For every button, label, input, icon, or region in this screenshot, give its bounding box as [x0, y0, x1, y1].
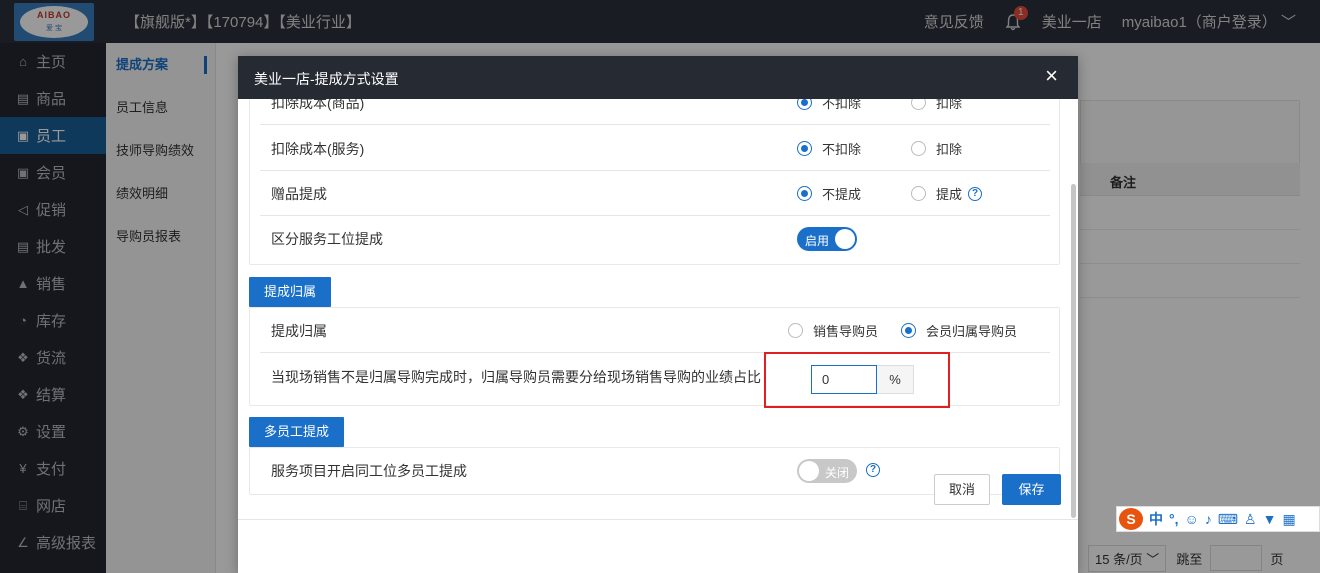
radio-gift-commission[interactable]: 提成? — [911, 184, 983, 203]
row-multi-staff: 服务项目开启同工位多员工提成 关闭 ? — [260, 448, 1050, 493]
row-cost-service: 扣除成本(服务) 不扣除 扣除 — [260, 126, 1050, 171]
commission-options-group: 扣除成本(商品) 不扣除 扣除 扣除成本(服务) 不扣除 扣除 赠品提成 不提成… — [249, 99, 1060, 265]
annotation-highlight — [764, 352, 950, 408]
close-icon[interactable]: × — [1045, 65, 1058, 87]
modal-footer — [238, 519, 1078, 573]
user-icon[interactable]: ♙ — [1244, 511, 1257, 528]
radio-member-guide[interactable]: 会员归属导购员 — [901, 321, 1017, 340]
row-cost-goods: 扣除成本(商品) 不扣除 扣除 — [260, 99, 1050, 125]
help-icon[interactable]: ? — [866, 463, 880, 477]
skin-icon[interactable]: ▼ — [1263, 511, 1277, 527]
radio-no-deduct-service[interactable]: 不扣除 — [797, 139, 861, 158]
radio-deduct-goods[interactable]: 扣除 — [911, 99, 962, 112]
radio-no-gift-commission[interactable]: 不提成 — [797, 184, 861, 203]
multi-staff-toggle[interactable]: 关闭 — [797, 459, 857, 483]
row-station: 区分服务工位提成 启用 — [260, 216, 1050, 261]
modal-scrollbar[interactable] — [1071, 184, 1076, 518]
save-button[interactable]: 保存 — [1002, 474, 1061, 505]
section-attribution-tab[interactable]: 提成归属 — [249, 277, 332, 307]
station-commission-toggle[interactable]: 启用 — [797, 227, 857, 251]
modal-body: 扣除成本(商品) 不扣除 扣除 扣除成本(服务) 不扣除 扣除 赠品提成 不提成… — [238, 99, 1078, 519]
ime-lang[interactable]: 中 — [1149, 509, 1163, 529]
help-icon[interactable]: ? — [968, 186, 983, 201]
ime-toolbar[interactable]: S 中 °, ☺ ♪ ⌨ ♙ ▼ ▦ — [1116, 506, 1320, 532]
radio-sales-guide[interactable]: 销售导购员 — [788, 321, 878, 340]
keyboard-icon[interactable]: ⌨ — [1218, 511, 1238, 528]
row-gift: 赠品提成 不提成 提成? — [260, 171, 1050, 216]
modal-header: 美业一店-提成方式设置 × — [238, 56, 1078, 99]
grid-icon[interactable]: ▦ — [1282, 511, 1295, 528]
row-attribution: 提成归属 销售导购员 会员归属导购员 — [260, 308, 1050, 353]
sogou-logo-icon: S — [1119, 508, 1143, 530]
cancel-button[interactable]: 取消 — [934, 474, 991, 505]
modal-title: 美业一店-提成方式设置 — [254, 71, 399, 87]
radio-deduct-service[interactable]: 扣除 — [911, 139, 962, 158]
emoji-icon[interactable]: ☺ — [1185, 511, 1199, 527]
radio-no-deduct-goods[interactable]: 不扣除 — [797, 99, 861, 112]
section-multi-staff-tab[interactable]: 多员工提成 — [249, 417, 345, 447]
mic-icon[interactable]: ♪ — [1205, 511, 1212, 527]
ime-punct[interactable]: °, — [1169, 511, 1179, 527]
